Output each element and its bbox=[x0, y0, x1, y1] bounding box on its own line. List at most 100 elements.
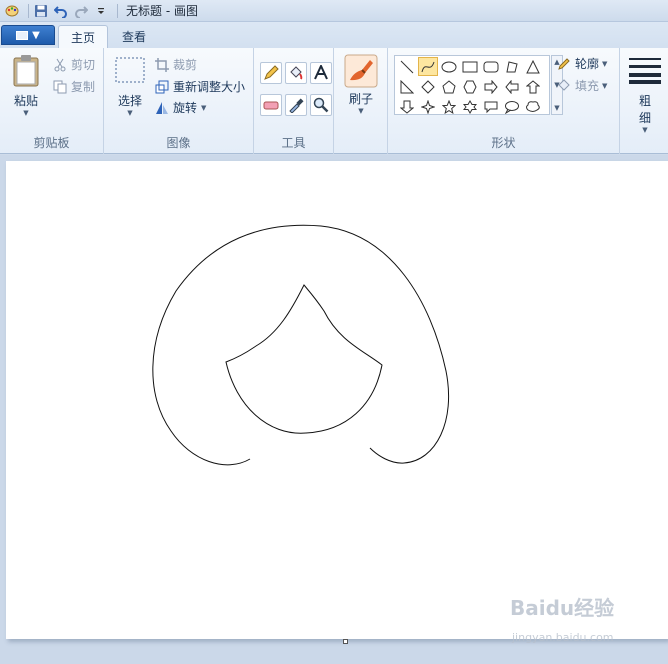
crop-button[interactable]: 裁剪 bbox=[154, 56, 197, 73]
watermark-text: Baidu经验 bbox=[510, 596, 615, 620]
shapes-group: ▲ ▼ ▼ 轮廓 ▼ 填充 ▼ 形状 bbox=[388, 48, 620, 154]
right-triangle-shape[interactable] bbox=[397, 77, 417, 96]
size-group: 粗 细 ▼ bbox=[620, 48, 668, 154]
pencil-icon bbox=[264, 65, 279, 80]
select-label: 选择 bbox=[117, 94, 142, 108]
right-arrow-shape[interactable] bbox=[481, 77, 501, 96]
four-point-star-shape[interactable] bbox=[418, 97, 438, 116]
rounded-rectangle-shape[interactable] bbox=[481, 57, 501, 76]
fill-button[interactable]: 填充 ▼ bbox=[556, 77, 607, 94]
triangle-shape[interactable] bbox=[523, 57, 543, 76]
clipboard-group-label: 剪贴板 bbox=[33, 136, 70, 150]
select-button[interactable]: 选择 ▼ bbox=[112, 56, 148, 117]
paste-label: 粘贴 bbox=[13, 94, 38, 108]
text-icon bbox=[314, 65, 328, 80]
brushes-label: 刷子 bbox=[348, 92, 373, 106]
chevron-down-icon: ▼ bbox=[201, 103, 207, 112]
tools-group-label: 工具 bbox=[281, 136, 306, 150]
size-label-line1: 粗 bbox=[638, 94, 651, 108]
six-point-star-shape[interactable] bbox=[460, 97, 480, 116]
resize-icon bbox=[154, 79, 170, 95]
left-arrow-shape[interactable] bbox=[502, 77, 522, 96]
outline-label: 轮廓 bbox=[575, 57, 600, 71]
brushes-button[interactable]: 刷子 ▼ bbox=[342, 54, 380, 115]
magnifier-icon bbox=[313, 97, 329, 113]
text-tool-button[interactable] bbox=[310, 62, 332, 84]
image-group: 选择 ▼ 裁剪 重新调整大小 旋转 ▼ 图像 bbox=[104, 48, 254, 154]
paint-app-icon[interactable] bbox=[4, 3, 20, 19]
drawing-canvas[interactable] bbox=[6, 161, 668, 639]
save-icon[interactable] bbox=[33, 3, 49, 19]
paint-bucket-icon bbox=[290, 66, 303, 80]
five-point-star-shape[interactable] bbox=[439, 97, 459, 116]
color-picker-tool-button[interactable] bbox=[285, 94, 307, 116]
window-title: 无标题 - 画图 bbox=[126, 4, 198, 18]
fill-bucket-icon bbox=[556, 78, 572, 94]
pentagon-shape[interactable] bbox=[439, 77, 459, 96]
line-width-icon bbox=[629, 58, 661, 84]
chevron-down-icon: ▼ bbox=[642, 126, 648, 134]
canvas-resize-handle[interactable] bbox=[343, 639, 348, 644]
shapes-gallery bbox=[394, 55, 550, 115]
document-icon bbox=[16, 30, 29, 40]
clipboard-icon bbox=[13, 55, 39, 87]
rectangle-shape[interactable] bbox=[460, 57, 480, 76]
undo-icon[interactable] bbox=[53, 3, 69, 19]
polygon-shape[interactable] bbox=[502, 57, 522, 76]
paint-menu-button[interactable]: ▼ bbox=[1, 25, 55, 45]
oval-shape[interactable] bbox=[439, 57, 459, 76]
curve-shape[interactable] bbox=[418, 57, 438, 76]
resize-label: 重新调整大小 bbox=[173, 80, 246, 94]
ribbon-tab-row: ▼ 主页 查看 bbox=[0, 22, 668, 48]
customize-quick-access-icon[interactable] bbox=[93, 3, 109, 19]
chevron-down-icon: ▼ bbox=[32, 29, 40, 41]
fill-tool-button[interactable] bbox=[285, 62, 307, 84]
rounded-callout-shape[interactable] bbox=[481, 97, 501, 116]
tab-view[interactable]: 查看 bbox=[110, 25, 158, 48]
outline-pen-icon bbox=[556, 56, 572, 72]
image-group-label: 图像 bbox=[166, 136, 191, 150]
crop-label: 裁剪 bbox=[173, 58, 198, 72]
gallery-expand-icon[interactable]: ▼ bbox=[554, 104, 559, 112]
chevron-down-icon: ▼ bbox=[602, 81, 608, 90]
rotate-icon bbox=[154, 100, 170, 116]
hexagon-shape[interactable] bbox=[460, 77, 480, 96]
oval-callout-shape[interactable] bbox=[502, 97, 522, 116]
clipboard-group: 粘贴 ▼ 剪切 复制 剪贴板 bbox=[0, 48, 104, 154]
chevron-down-icon: ▼ bbox=[127, 109, 133, 117]
divider bbox=[117, 3, 118, 18]
eyedropper-icon bbox=[289, 98, 304, 113]
face-outline-drawing bbox=[152, 224, 450, 466]
rotate-button[interactable]: 旋转 ▼ bbox=[154, 99, 206, 116]
pencil-tool-button[interactable] bbox=[260, 62, 282, 84]
divider bbox=[28, 3, 29, 18]
copy-label: 复制 bbox=[71, 80, 96, 94]
up-arrow-shape[interactable] bbox=[523, 77, 543, 96]
fill-label: 填充 bbox=[575, 79, 600, 93]
outline-button[interactable]: 轮廓 ▼ bbox=[556, 55, 607, 72]
size-button[interactable]: 粗 细 ▼ bbox=[628, 56, 662, 134]
cut-button[interactable]: 剪切 bbox=[52, 56, 95, 73]
ribbon: 粘贴 ▼ 剪切 复制 剪贴板 选择 ▼ 裁剪 重新调整大小 旋转 ▼ 图像 工具… bbox=[0, 48, 668, 154]
line-shape[interactable] bbox=[397, 57, 417, 76]
scissors-icon bbox=[52, 57, 68, 73]
cloud-callout-shape[interactable] bbox=[523, 97, 543, 116]
down-arrow-shape[interactable] bbox=[397, 97, 417, 116]
chevron-down-icon: ▼ bbox=[358, 107, 364, 115]
copy-button[interactable]: 复制 bbox=[52, 78, 95, 95]
diamond-shape[interactable] bbox=[418, 77, 438, 96]
paste-button[interactable]: 粘贴 ▼ bbox=[8, 54, 44, 117]
selection-rectangle-icon bbox=[115, 57, 145, 83]
redo-icon[interactable] bbox=[73, 3, 89, 19]
brush-icon bbox=[344, 54, 378, 88]
eraser-tool-button[interactable] bbox=[260, 94, 282, 116]
brushes-group: 刷子 ▼ bbox=[334, 48, 388, 154]
title-bar: 无标题 - 画图 bbox=[0, 0, 668, 22]
crop-icon bbox=[154, 57, 170, 73]
magnifier-tool-button[interactable] bbox=[310, 94, 332, 116]
resize-button[interactable]: 重新调整大小 bbox=[154, 78, 245, 95]
rotate-label: 旋转 bbox=[173, 101, 198, 115]
tools-group: 工具 bbox=[254, 48, 334, 154]
tab-home[interactable]: 主页 bbox=[58, 25, 109, 48]
chevron-down-icon: ▼ bbox=[23, 109, 29, 117]
